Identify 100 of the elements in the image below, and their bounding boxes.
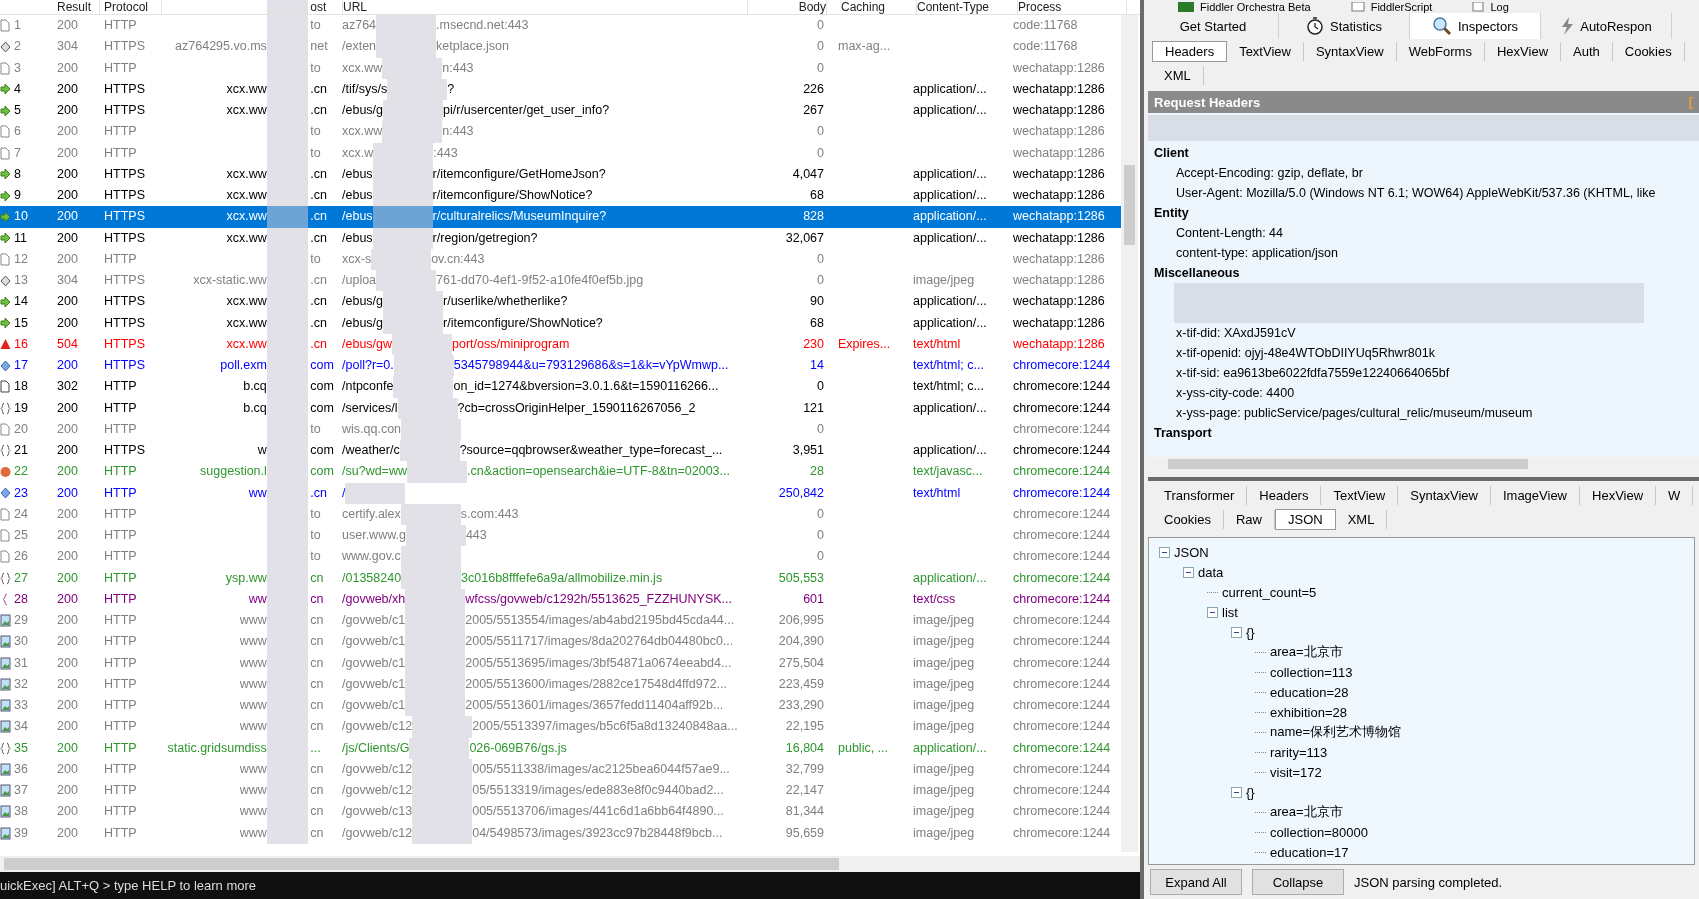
- session-row[interactable]: 33 200 HTTP www cn /govweb/c1 2005/5513601/images/3657fedd11404aff92b... 233,290 image/jpeg chromecore:1244: [0, 695, 1121, 717]
- tree-node[interactable]: collection=80000: [1270, 824, 1368, 840]
- tab[interactable]: WebForms: [1396, 41, 1485, 61]
- session-row[interactable]: 14 200 HTTPS xcx.ww .cn /ebus/g r/userlike/whetherlike? 90 application/... wechatapp:1286: [0, 291, 1121, 313]
- column-header[interactable]: ost: [308, 0, 342, 14]
- session-row[interactable]: 20 200 HTTP to wis.qq.con 0 chromecore:1244: [0, 418, 1121, 440]
- tab[interactable]: XML: [1152, 65, 1204, 85]
- session-row[interactable]: 7 200 HTTP to xcx.w :443 0 wechatapp:1286: [0, 142, 1121, 164]
- tree-node[interactable]: current_count=5: [1222, 584, 1317, 600]
- session-row[interactable]: 10 200 HTTPS xcx.ww .cn /ebus r/culturalrelics/MuseumInquire? 828 application/... wechatapp:1286: [0, 206, 1121, 228]
- tab[interactable]: SyntaxView: [1303, 41, 1397, 61]
- session-row[interactable]: 28 200 HTTP ww cn /govweb/xh wfcss/govweb/c1292h/5513625_FZZHUNYSK... 601 text/css chromecore:1244: [0, 588, 1121, 610]
- session-row[interactable]: 30 200 HTTP www cn /govweb/c1 2005/5511717/images/8da202764db04480bc0... 204,390 image/jpeg chromecore:1244: [0, 631, 1121, 653]
- column-header[interactable]: Content-Type: [917, 0, 1018, 14]
- column-header[interactable]: Protocol: [100, 0, 162, 14]
- tab[interactable]: HexView: [1580, 485, 1657, 505]
- session-row[interactable]: 2 304 HTTPS az764295.vo.ms net /exten ketplace.json 0 max-ag... code:11768: [0, 36, 1121, 58]
- tab[interactable]: Transformer: [1152, 485, 1248, 505]
- column-header[interactable]: Caching: [827, 0, 917, 14]
- tab[interactable]: Log: [1472, 0, 1509, 13]
- tree-node[interactable]: visit=172: [1270, 764, 1322, 780]
- collapse-toggle[interactable]: [1159, 546, 1170, 558]
- column-header[interactable]: Body: [748, 0, 827, 14]
- tab[interactable]: Fiddler Orchestra Beta: [1178, 0, 1311, 13]
- tab[interactable]: W: [1656, 485, 1694, 505]
- tab[interactable]: TextView: [1321, 485, 1399, 505]
- collapse-toggle[interactable]: [1207, 606, 1218, 618]
- tree-node[interactable]: area=北京市: [1270, 643, 1343, 661]
- session-row[interactable]: 6 200 HTTP to xcx.ww n:443 0 wechatapp:1286: [0, 121, 1121, 143]
- tree-node[interactable]: area=北京市: [1270, 803, 1343, 821]
- tab[interactable]: Cookies: [1152, 509, 1224, 529]
- tree-node[interactable]: education=17: [1270, 844, 1349, 860]
- session-row[interactable]: 39 200 HTTP www cn /govweb/c12 04/5498573/images/3923cc97b28448f9bcb... 95,659 image/jpeg chromecore:1244: [0, 822, 1121, 844]
- tab[interactable]: AutoRespon: [1541, 13, 1672, 39]
- session-row[interactable]: 24 200 HTTP to certify.alex s.com:443 0 chromecore:1244: [0, 503, 1121, 525]
- session-row[interactable]: 19 200 HTTP b.cq com /services/l ?cb=crossOriginHelper_1590116267056_2 121 application/... chromecore:1244: [0, 397, 1121, 419]
- tree-node[interactable]: {}: [1246, 784, 1255, 800]
- session-row[interactable]: 3 200 HTTP to xcx.ww n:443 0 wechatapp:1286: [0, 57, 1121, 79]
- session-row[interactable]: 22 200 HTTP suggestion.l com /su?wd=ww .cn&action=opensearch&ie=UTF-8&tn=02003... 28 text/javasc... chromecore:1244: [0, 461, 1121, 483]
- column-header[interactable]: URL: [343, 0, 748, 14]
- toolbar-button[interactable]: Collapse: [1252, 869, 1344, 895]
- tab[interactable]: Headers: [1247, 485, 1322, 505]
- tab[interactable]: SyntaxView: [1398, 485, 1491, 505]
- session-row[interactable]: 18 302 HTTP b.cq com /ntpconfe on_id=1274&bversion=3.0.1.6&t=1590116266... 0 text/html; c... chromecore:1244: [0, 376, 1121, 398]
- session-row[interactable]: 12 200 HTTP to xcx-s ov.cn:443 0 wechatapp:1286: [0, 248, 1121, 270]
- toolbar-button[interactable]: Expand All: [1150, 869, 1242, 895]
- session-row[interactable]: 31 200 HTTP www cn /govweb/c1 2005/5513695/images/3bf54871a0674eeabd4... 275,504 image/jpeg chromecore:1244: [0, 652, 1121, 674]
- session-row[interactable]: 27 200 HTTP ysp.ww cn /01358240 3c016b8fffefe6a9a/allmobilize.min.js 505,553 application/... chromecore:1244: [0, 567, 1121, 589]
- tree-node[interactable]: JSON: [1174, 544, 1209, 560]
- session-row[interactable]: 23 200 HTTP ww .cn / 250,842 text/html chromecore:1244: [0, 482, 1121, 504]
- tab[interactable]: Get Started: [1148, 13, 1279, 39]
- session-row[interactable]: 16 504 HTTPS xcx.ww .cn /ebus/gw port/oss/miniprogram 230 Expires... text/html wechatapp:1286: [0, 333, 1121, 355]
- tab[interactable]: XML: [1335, 509, 1388, 529]
- vertical-scrollbar[interactable]: [1121, 15, 1138, 852]
- tab[interactable]: TextView: [1227, 41, 1304, 61]
- session-row[interactable]: 1 200 HTTP to az764 .msecnd.net:443 0 code:11768: [0, 15, 1121, 37]
- tree-node[interactable]: name=保利艺术博物馆: [1270, 723, 1402, 741]
- session-row[interactable]: 17 200 HTTPS poll.exm com /poll?r=0. 5345798944&u=793129686&s=1&k=vYpWmwp... 14 text/html; c... chromecore:1244: [0, 355, 1121, 377]
- tab[interactable]: FiddlerScript: [1350, 0, 1433, 13]
- session-row[interactable]: 11 200 HTTPS xcx.ww .cn /ebus r/region/getregion? 32,067 application/... wechatapp:1286: [0, 227, 1121, 249]
- quickexec-field[interactable]: uickExec] ALT+Q > type HELP to learn more: [0, 878, 257, 893]
- session-row[interactable]: 25 200 HTTP to user.www.g 443 0 chromecore:1244: [0, 525, 1121, 547]
- tab[interactable]: Cookies: [1612, 41, 1685, 61]
- horizontal-scrollbar[interactable]: [1148, 457, 1699, 471]
- session-row[interactable]: 34 200 HTTP www cn /govweb/c12 2005/5513397/images/b5c6f5a8d13240848aa... 22,195 image/jpeg chromecore:1244: [0, 716, 1121, 738]
- collapse-toggle[interactable]: [1231, 786, 1242, 798]
- tab[interactable]: JSON: [1275, 508, 1336, 530]
- tree-node[interactable]: rarity=113: [1270, 744, 1328, 760]
- session-row[interactable]: 38 200 HTTP www cn /govweb/c13 005/5513706/images/441c6d1a6bb64f4890... 81,344 image/jpeg chromecore:1244: [0, 801, 1121, 823]
- horizontal-scrollbar[interactable]: [0, 856, 1140, 872]
- table-cell-text: n:443: [442, 59, 474, 77]
- session-row[interactable]: 21 200 HTTPS w com /weather/c ?source=qqbrowser&weather_type=forecast_... 3,951 application/... chromecore:1244: [0, 440, 1121, 462]
- tree-node[interactable]: data: [1198, 564, 1224, 580]
- session-row[interactable]: 13 304 HTTPS xcx-static.ww .cn /uploa 761-dd70-4ef1-9f52-a10fe4f0ef5b.jpg 0 image/jpeg wechatapp:1286: [0, 270, 1121, 292]
- session-row[interactable]: 26 200 HTTP to www.gov.c 0 chromecore:1244: [0, 546, 1121, 568]
- session-row[interactable]: 5 200 HTTPS xcx.ww .cn /ebus/g pi/r/usercenter/get_user_info? 267 application/... wechatapp:1286: [0, 100, 1121, 122]
- session-row[interactable]: 8 200 HTTPS xcx.ww .cn /ebus r/itemconfigure/GetHomeJson? 4,047 application/... wechatapp:1286: [0, 163, 1121, 185]
- session-row[interactable]: 9 200 HTTPS xcx.ww .cn /ebus r/itemconfigure/ShowNotice? 68 application/... wechatapp:1286: [0, 185, 1121, 207]
- tab[interactable]: ImageView: [1490, 485, 1580, 505]
- session-row[interactable]: 37 200 HTTP www cn /govweb/c12 05/5513319/images/ede883e8f0c9440bad2... 22,147 image/jpeg chromecore:1244: [0, 780, 1121, 802]
- tab[interactable]: HexView: [1484, 41, 1561, 61]
- tab[interactable]: Headers: [1152, 40, 1228, 62]
- session-row[interactable]: 29 200 HTTP www cn /govweb/c1 2005/5513554/images/ab4abd2195bd45cda44... 206,995 image/jpeg chromecore:1244: [0, 610, 1121, 632]
- session-row[interactable]: 35 200 HTTP static.gridsumdiss ... /js/Clients/G 026-069B76/gs.js 16,804 public, ... application/... chromecore:1244: [0, 737, 1121, 759]
- tab[interactable]: Raw: [1223, 509, 1275, 529]
- tree-node[interactable]: {}: [1246, 624, 1255, 640]
- collapse-toggle[interactable]: [1183, 566, 1194, 578]
- column-header[interactable]: Result: [42, 0, 100, 14]
- tree-node[interactable]: collection=113: [1270, 664, 1353, 680]
- column-header[interactable]: Process: [1018, 0, 1127, 14]
- tab[interactable]: Inspectors: [1410, 13, 1541, 39]
- collapse-toggle[interactable]: [1231, 626, 1242, 638]
- tab[interactable]: Auth: [1561, 41, 1613, 61]
- session-row[interactable]: 32 200 HTTP www cn /govweb/c1 2005/5513600/images/2882ce17548d4ffd972... 223,459 image/jpeg chromecore:1244: [0, 673, 1121, 695]
- session-row[interactable]: 4 200 HTTPS xcx.ww .cn /tif/sys/s ? 226 application/... wechatapp:1286: [0, 78, 1121, 100]
- session-row[interactable]: 15 200 HTTPS xcx.ww .cn /ebus/g r/itemconfigure/ShowNotice? 68 application/... wechatapp:1286: [0, 312, 1121, 334]
- tree-node[interactable]: exhibition=28: [1270, 704, 1347, 720]
- tree-node[interactable]: education=28: [1270, 684, 1349, 700]
- tree-node[interactable]: list: [1222, 604, 1238, 620]
- session-row[interactable]: 36 200 HTTP www cn /govweb/c12 005/5511338/images/ac2125bea6044f57ae9... 32,799 image/jpeg chromecore:1244: [0, 758, 1121, 780]
